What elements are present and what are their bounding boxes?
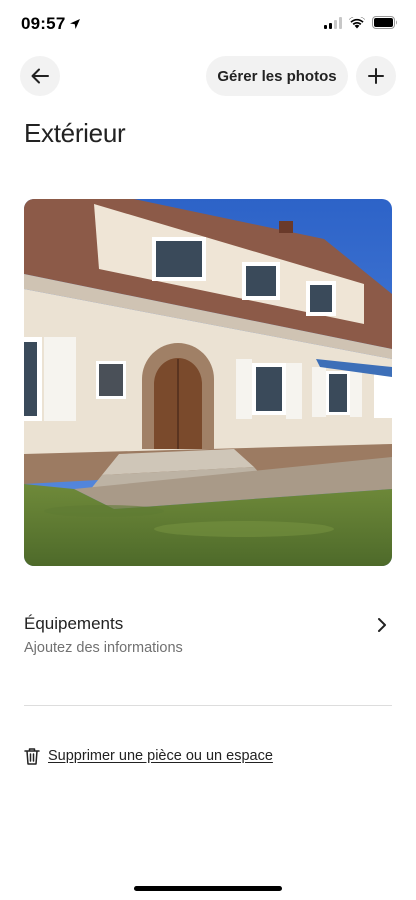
add-button[interactable] [356,56,396,96]
status-time: 09:57 [21,14,81,34]
manage-photos-button[interactable]: Gérer les photos [206,56,348,96]
cellular-signal-icon [324,16,342,29]
trash-icon [24,748,40,765]
home-indicator[interactable] [134,886,282,891]
house-illustration [24,199,392,566]
page-title: Extérieur [24,118,126,148]
plus-icon [368,68,384,84]
back-button[interactable] [20,56,60,96]
chevron-right-icon [378,618,386,632]
location-arrow-icon [70,19,81,29]
status-bar: 09:57 [0,0,416,48]
amenities-subtitle: Ajoutez des informations [24,640,183,656]
house-exterior-photo[interactable] [24,199,392,566]
status-time-text: 09:57 [21,14,66,33]
delete-room-label: Supprimer une pièce ou un espace [48,748,273,764]
arrow-left-icon [31,68,49,84]
wifi-icon [349,16,365,28]
amenities-row[interactable]: Équipements Ajoutez des informations [24,612,392,666]
amenities-title: Équipements [24,614,124,633]
divider [24,705,392,706]
delete-room-link[interactable]: Supprimer une pièce ou un espace [24,744,273,768]
battery-icon [372,16,397,29]
top-navigation: Gérer les photos [0,56,416,96]
status-icons [324,16,398,29]
